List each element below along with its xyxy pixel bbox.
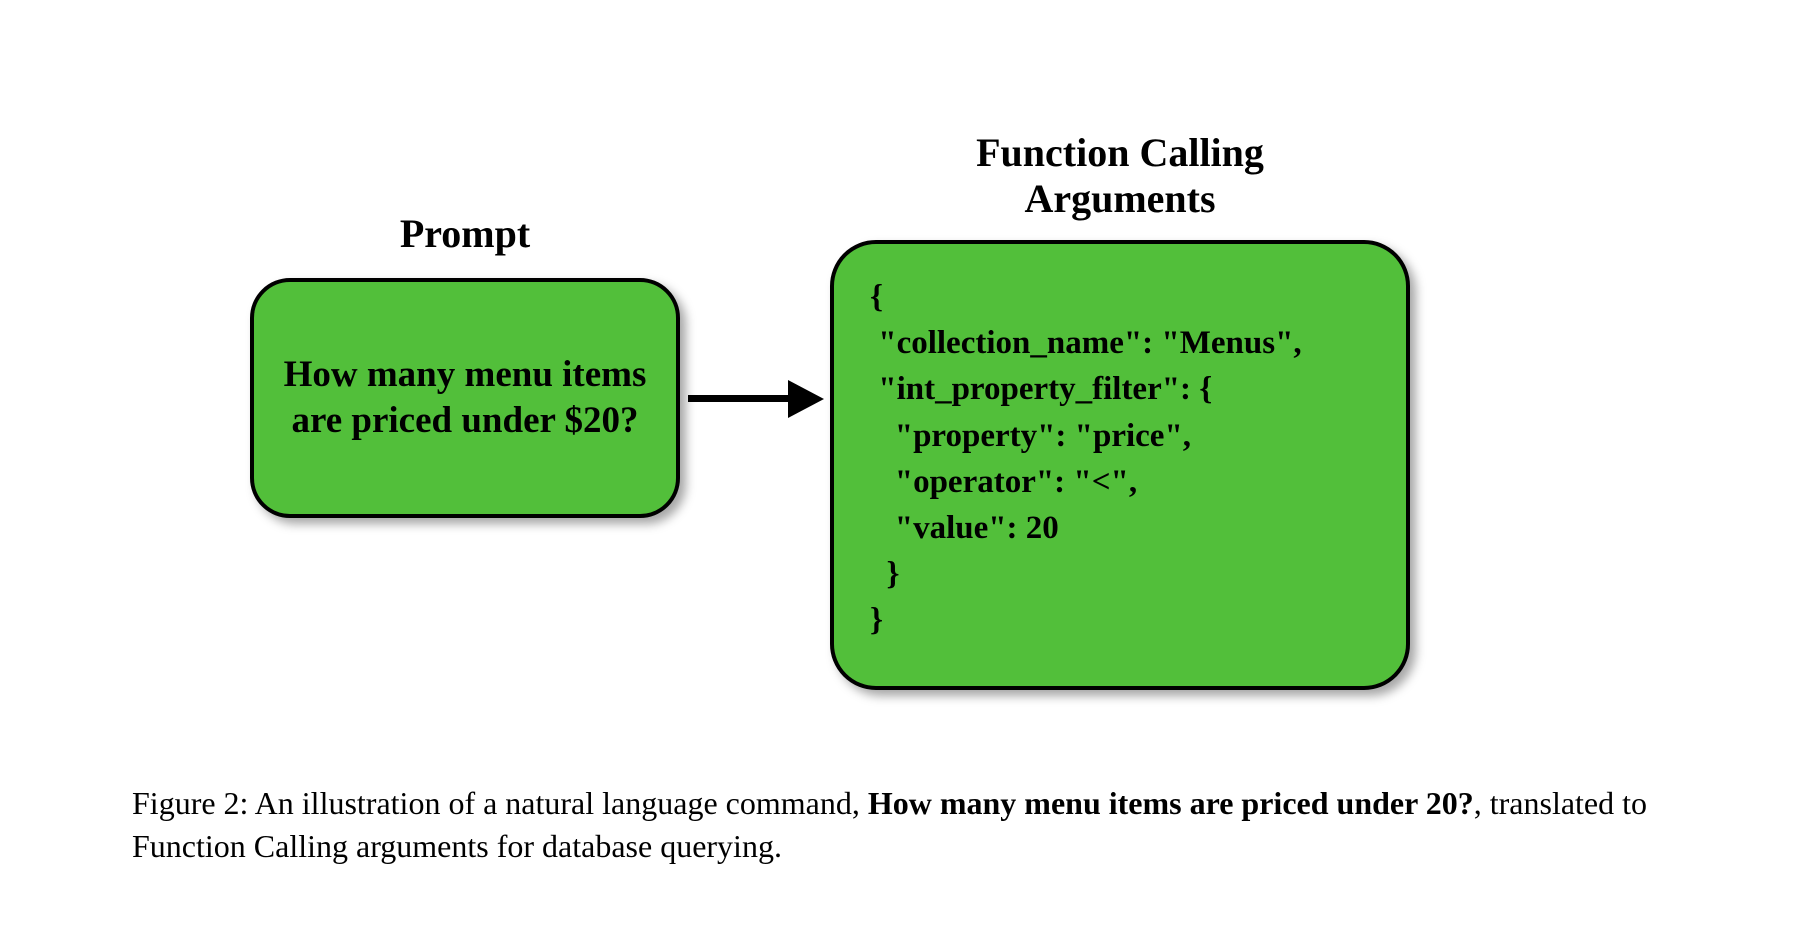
- arrow-head: [788, 380, 824, 418]
- caption-prefix: Figure 2: An illustration of a natural l…: [132, 785, 868, 821]
- function-calling-heading: Function CallingArguments: [830, 130, 1410, 222]
- caption-bold: How many menu items are priced under 20?: [868, 785, 1474, 821]
- function-calling-code: { "collection_name": "Menus", "int_prope…: [870, 274, 1370, 644]
- function-calling-box: { "collection_name": "Menus", "int_prope…: [830, 240, 1410, 690]
- prompt-text: How many menu itemsare priced under $20?: [284, 352, 647, 445]
- prompt-box: How many menu itemsare priced under $20?: [250, 278, 680, 518]
- arrow-icon: [688, 386, 828, 412]
- diagram-container: Prompt Function CallingArguments How man…: [0, 0, 1796, 130]
- arrow-shaft: [688, 395, 796, 402]
- prompt-heading: Prompt: [250, 210, 680, 257]
- figure-caption: Figure 2: An illustration of a natural l…: [132, 782, 1652, 868]
